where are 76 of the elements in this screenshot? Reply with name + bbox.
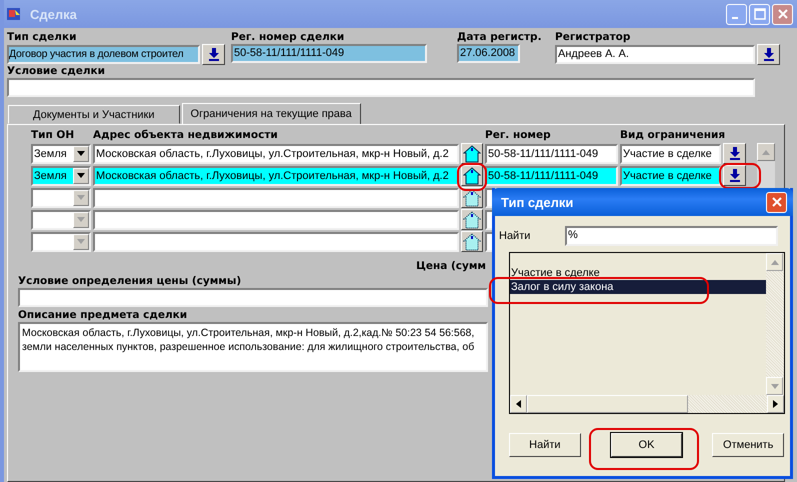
maximize-icon [754, 8, 766, 20]
down-arrow-icon [730, 147, 740, 160]
house-icon [463, 210, 481, 228]
deal-type-field[interactable]: Договор участия в долевом строител [7, 45, 200, 64]
right-arrow-icon [773, 400, 778, 408]
field-label: Регистратор [555, 31, 632, 44]
minimize-icon [732, 17, 738, 19]
type-combo[interactable]: Земля [31, 144, 91, 164]
house-button[interactable] [461, 165, 483, 186]
column-header: Рег. номер [485, 129, 552, 142]
list-item[interactable]: Участие в сделке [510, 266, 766, 280]
dialog-button[interactable]: Найти [509, 433, 581, 457]
field-label: Рег. номер сделки [231, 31, 346, 44]
down-arrow-icon [770, 384, 778, 388]
caret-icon [77, 173, 85, 178]
house-button[interactable] [461, 143, 483, 164]
dropdown-button[interactable] [202, 44, 225, 65]
window-title: Сделка [30, 6, 77, 22]
field-label: Условие определения цены (суммы) [18, 275, 242, 288]
house-icon [463, 188, 481, 206]
column-header: Тип ОН [31, 129, 76, 142]
scrollbar[interactable] [510, 395, 784, 413]
field-label: Условие сделки [7, 65, 106, 78]
down-arrow-icon [730, 169, 740, 182]
close-icon [776, 8, 788, 20]
address-field[interactable] [93, 188, 459, 208]
house-button[interactable] [461, 231, 483, 252]
up-arrow-icon [770, 260, 778, 264]
address-field[interactable]: Московская область, г.Луховицы, ул.Строительная, мкр-н Новый, д.2 [93, 144, 459, 164]
caret-icon [77, 239, 85, 244]
caret-icon [77, 217, 85, 222]
dialog-title: Тип сделки [501, 194, 574, 210]
close-button[interactable] [766, 192, 787, 212]
field-label: Дата регистр. [457, 31, 543, 44]
left-arrow-icon [516, 400, 521, 408]
caret-icon [77, 151, 85, 156]
house-button[interactable] [461, 187, 483, 208]
tab[interactable]: Документы и Участники [8, 105, 180, 124]
caret-icon [77, 195, 85, 200]
date-field[interactable]: 27.06.2008 [457, 44, 520, 63]
reg-number-field[interactable]: 50-58-11/111/1111-049 [485, 166, 618, 186]
down-arrow-icon [764, 48, 774, 61]
restriction-field[interactable]: Участие в сделке [620, 166, 721, 186]
address-field[interactable] [93, 232, 459, 252]
address-field[interactable]: Московская область, г.Луховицы, ул.Строительная, мкр-н Новый, д.2 [93, 166, 459, 186]
dialog-button[interactable]: Отменить [712, 433, 784, 457]
dropdown-button[interactable] [757, 44, 780, 65]
address-field[interactable] [93, 210, 459, 230]
restriction-field[interactable]: Участие в сделке [620, 144, 721, 164]
subject-text-area[interactable]: Московская область, г.Луховицы, ул.Строительная, мкр-н Новый, д.2,кад.№ 50:23 54 56:568, земли населенных пунктов, разрешенное использование: для жилищного строительства, об [18, 322, 488, 372]
condition-field[interactable] [7, 78, 755, 97]
dropdown-button[interactable] [723, 143, 746, 164]
price-condition-field[interactable] [18, 288, 488, 307]
house-icon [463, 144, 481, 162]
registrar-field[interactable]: Андреев А. А. [555, 45, 755, 64]
dropdown-button[interactable] [723, 165, 746, 186]
house-icon [463, 232, 481, 250]
search-label: Найти [499, 230, 532, 242]
column-header: Адрес объекта недвижимости [93, 129, 279, 142]
list-item[interactable]: Залог в силу закона [510, 280, 766, 294]
reg-number-field[interactable]: 50-58-11/111/1111-049 [231, 44, 427, 63]
house-button[interactable] [461, 209, 483, 230]
field-label: Цена (сумм [416, 260, 486, 273]
tab[interactable]: Ограничения на текущие права [182, 103, 361, 125]
search-field[interactable]: % [565, 226, 778, 246]
up-arrow-icon [762, 150, 770, 154]
type-combo[interactable]: Земля [31, 166, 91, 186]
app-icon [6, 6, 22, 22]
down-arrow-icon [208, 48, 219, 61]
close-icon [770, 196, 782, 208]
scrollbar[interactable] [766, 253, 784, 395]
dialog-button[interactable]: OK [610, 433, 682, 457]
reg-number-field[interactable]: 50-58-11/111/1111-049 [485, 144, 618, 164]
field-label: Описание предмета сделки [18, 309, 188, 322]
field-label: Тип сделки [7, 31, 78, 44]
house-icon [463, 166, 481, 184]
